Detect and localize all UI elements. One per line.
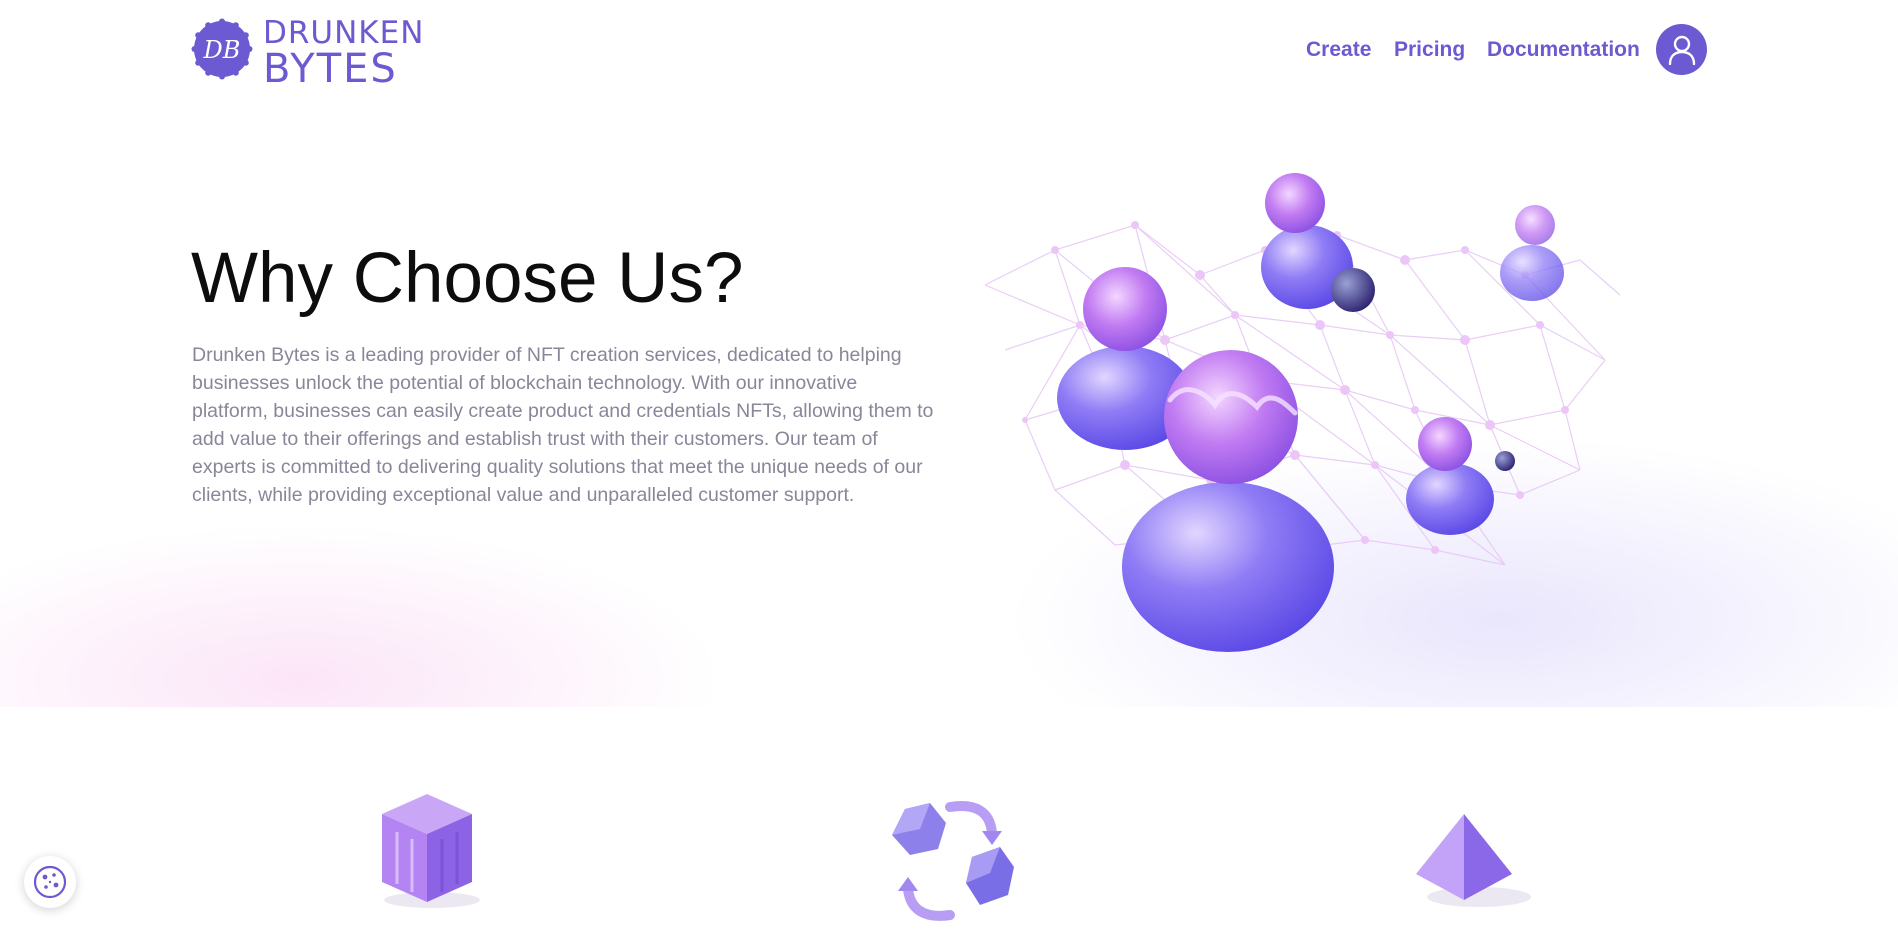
logo-word-2: BYTES xyxy=(263,46,398,92)
brand-logo[interactable]: DB DRUNKEN BYTES xyxy=(191,18,423,89)
cookie-settings-button[interactable] xyxy=(24,856,76,908)
site-header: DB DRUNKEN BYTES Create Pricing Document… xyxy=(0,0,1898,100)
nav-documentation-link[interactable]: Documentation xyxy=(1487,38,1640,62)
profile-button[interactable] xyxy=(1656,24,1707,75)
user-icon xyxy=(1668,35,1695,65)
cube-icon xyxy=(382,794,480,908)
logo-badge-icon: DB xyxy=(191,18,253,80)
hero-description: Drunken Bytes is a leading provider of N… xyxy=(192,344,934,506)
logo-monogram: DB xyxy=(203,36,241,64)
nav-create-link[interactable]: Create xyxy=(1306,38,1371,62)
pyramid-icon xyxy=(1416,814,1531,907)
exchange-arrows-icon xyxy=(892,801,1014,921)
hero-title: Why Choose Us? xyxy=(191,239,744,318)
network-people-illustration xyxy=(984,173,1621,652)
hero-section: Why Choose Us? Drunken Bytes is a leadin… xyxy=(0,100,1898,707)
nav-pricing-link[interactable]: Pricing xyxy=(1394,38,1465,62)
logo-word-1: DRUNKEN xyxy=(263,15,425,51)
features-section xyxy=(0,707,1898,931)
cookie-icon xyxy=(33,865,67,899)
logo-wordmark: DRUNKEN BYTES xyxy=(263,15,425,92)
